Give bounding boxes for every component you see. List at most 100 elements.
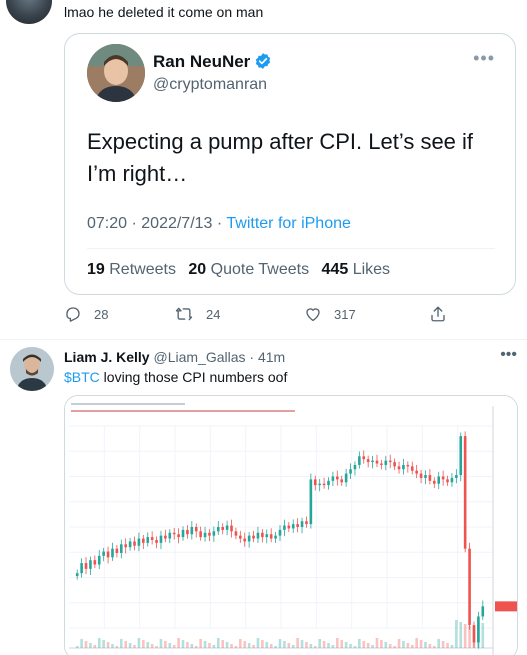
volume-bar	[283, 641, 286, 648]
candle-body	[340, 479, 344, 483]
volume-bar	[340, 640, 344, 648]
quoted-author-avatar[interactable]	[87, 44, 145, 102]
chart-image[interactable]	[64, 395, 518, 655]
retweets-label[interactable]: Retweets	[109, 261, 176, 278]
volume-bar	[472, 628, 476, 648]
tweet-author-avatar[interactable]	[10, 347, 54, 391]
reply-author-avatar[interactable]	[6, 0, 52, 24]
candle-body	[278, 529, 282, 536]
volume-bar	[393, 646, 396, 648]
candle-body	[318, 483, 321, 486]
volume-bar	[349, 644, 352, 648]
candle-body	[291, 524, 295, 529]
candle-body	[261, 532, 264, 538]
tweet-timestamp[interactable]: 07:20 · 2022/7/13 · Twitter for iPhone	[87, 215, 351, 233]
candle-body	[428, 475, 432, 481]
volume-bar	[424, 642, 427, 648]
volume-bar	[353, 646, 357, 648]
candle-body	[309, 479, 313, 525]
candle-body	[111, 548, 114, 558]
quoted-author-handle[interactable]: @cryptomanran	[153, 76, 267, 94]
heart-icon	[306, 308, 320, 322]
volume-bar	[243, 641, 247, 648]
tweet-actions: 28 24 317	[64, 305, 484, 329]
volume-bar	[252, 645, 255, 648]
volume-bar	[336, 638, 339, 648]
candle-body	[203, 532, 207, 538]
retweets-count[interactable]: 19	[87, 261, 105, 278]
candle-body	[137, 538, 141, 546]
chart-background	[65, 396, 517, 655]
more-options-icon[interactable]: •••	[500, 346, 517, 364]
candle-body	[93, 560, 97, 565]
candle-body	[164, 535, 167, 539]
candle-body	[433, 480, 436, 484]
candle-body	[362, 456, 366, 460]
volume-bar	[344, 642, 348, 648]
volume-bar	[331, 645, 335, 648]
candle-body	[84, 563, 88, 569]
volume-bar	[300, 640, 304, 648]
divider	[87, 248, 495, 249]
volume-bar	[159, 639, 163, 648]
volume-bar	[155, 646, 158, 648]
retweet-icon	[175, 307, 193, 321]
volume-bar	[221, 640, 224, 648]
volume-bar	[428, 644, 432, 648]
volume-bar	[137, 638, 141, 648]
tweet-header: Liam J. Kelly @Liam_Gallas · 41m	[64, 349, 286, 365]
candle-body	[252, 535, 255, 539]
volume-bar	[433, 646, 436, 648]
candle-body	[322, 483, 326, 486]
candle-body	[331, 476, 335, 481]
likes-count[interactable]: 445	[322, 261, 349, 278]
candle-body	[247, 535, 251, 542]
volume-bar	[384, 642, 388, 648]
cashtag-link[interactable]: $BTC	[64, 369, 100, 385]
volume-bar	[186, 642, 189, 648]
candle-body	[287, 525, 291, 529]
volume-bar	[415, 638, 418, 648]
candle-body	[437, 476, 441, 484]
share-button[interactable]	[429, 305, 459, 323]
candle-body	[344, 473, 348, 483]
tweet-author-name[interactable]: Liam J. Kelly	[64, 349, 150, 365]
quotes-label[interactable]: Quote Tweets	[211, 261, 309, 278]
tweet-time[interactable]: 41m	[258, 349, 285, 365]
volume-bar	[142, 640, 145, 648]
reply-count: 28	[94, 306, 109, 322]
volume-bar	[256, 638, 260, 648]
volume-bar	[366, 643, 370, 648]
more-options-icon[interactable]: •••	[473, 48, 495, 69]
candle-body	[190, 527, 194, 535]
candle-body	[239, 535, 242, 539]
volume-bar	[80, 639, 83, 648]
like-button[interactable]: 317	[304, 305, 356, 323]
volume-bar	[150, 644, 154, 648]
volume-bar	[203, 641, 207, 648]
candle-body	[366, 459, 370, 463]
quotes-count[interactable]: 20	[188, 261, 206, 278]
candle-body	[168, 532, 172, 539]
candle-body	[313, 479, 317, 486]
tweet-author-handle[interactable]: @Liam_Gallas	[153, 349, 245, 365]
last-price-tag	[495, 601, 517, 612]
candle-body	[194, 527, 198, 532]
tweet-source[interactable]: Twitter for iPhone	[226, 215, 351, 232]
volume-bar	[265, 642, 269, 648]
volume-bar	[247, 643, 251, 648]
likes-label[interactable]: Likes	[353, 261, 390, 278]
candle-body	[225, 525, 229, 530]
quoted-author-name[interactable]: Ran NeuNer	[153, 52, 272, 75]
retweet-button[interactable]: 24	[174, 305, 220, 323]
candle-body	[441, 476, 445, 480]
candle-body	[481, 606, 485, 617]
candle-body	[146, 537, 150, 543]
quoted-tweet-card[interactable]: Ran NeuNer @cryptomanran ••• Expecting a…	[64, 33, 516, 295]
volume-bar	[287, 643, 291, 648]
reply-button[interactable]: 28	[64, 305, 108, 323]
volume-bar	[291, 645, 295, 648]
tweet-time: 07:20	[87, 215, 128, 232]
candle-body	[463, 436, 467, 549]
volume-bar	[406, 643, 410, 648]
